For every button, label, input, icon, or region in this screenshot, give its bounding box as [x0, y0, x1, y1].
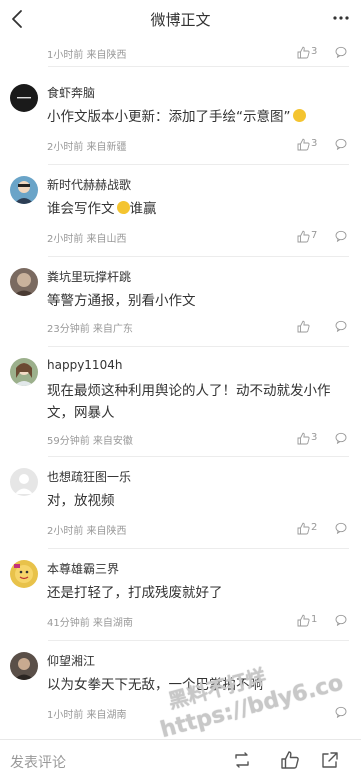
commenter-name[interactable]: 也想疏狂图一乐 — [47, 468, 131, 485]
comment-meta: 23分钟前 来自广东 — [47, 324, 133, 335]
comment-input[interactable]: 发表评论 — [10, 752, 66, 772]
like-count: 2 — [311, 522, 318, 533]
reply-bubble-icon[interactable] — [335, 706, 347, 718]
like-count: 7 — [311, 230, 318, 241]
like-count: 3 — [311, 432, 318, 443]
avatar[interactable] — [10, 84, 38, 112]
top-nav-bar: 微博正文 — [0, 0, 361, 38]
comment-text: 以为女拳天下无敌，一个巴掌拍不响 — [47, 677, 263, 693]
like-button[interactable]: 3 — [297, 46, 321, 60]
reply-bubble-icon[interactable] — [335, 138, 347, 150]
like-button[interactable]: 3 — [297, 138, 321, 152]
page-title: 微博正文 — [150, 11, 211, 29]
reply-bubble-icon[interactable] — [335, 432, 347, 444]
reply-bubble-icon[interactable] — [335, 230, 347, 242]
divider — [48, 164, 349, 165]
comment-text: 小作文版本小更新：添加了手绘“示意图” — [47, 106, 347, 128]
thumbs-up-icon — [297, 614, 310, 627]
comment-meta: 2小时前 来自新疆 — [47, 142, 127, 153]
comment-meta: 41分钟前 来自湖南 — [47, 618, 133, 629]
divider — [48, 346, 349, 347]
like-button[interactable]: 2 — [297, 522, 321, 536]
commenter-name[interactable]: 粪坑里玩撑杆跳 — [47, 268, 131, 285]
reply-bubble-icon[interactable] — [335, 46, 347, 58]
reply-bubble-icon[interactable] — [335, 614, 347, 626]
commenter-name[interactable]: 食虾奔脑 — [47, 84, 95, 101]
comment-partial-meta-row: 1小时前 来自陕西 3 — [0, 38, 361, 66]
avatar[interactable] — [10, 468, 38, 496]
avatar[interactable] — [10, 652, 38, 680]
comment-meta: 2小时前 来自陕西 — [47, 526, 127, 537]
comment-text: 谁会写作文 谁赢 — [47, 201, 157, 217]
comment-text: 对，放视频 — [47, 493, 115, 509]
thumbs-up-icon — [297, 138, 310, 151]
thumbs-up-icon[interactable] — [280, 750, 300, 770]
thumbs-up-icon — [297, 230, 310, 243]
commenter-name[interactable]: 仰望湘江 — [47, 652, 95, 669]
face-emoji-icon — [116, 201, 130, 214]
commenter-name[interactable]: 新时代赫赫战歌 — [47, 176, 131, 193]
share-icon[interactable] — [320, 750, 340, 770]
comment-meta: 59分钟前 来自安徽 — [47, 436, 133, 447]
avatar[interactable] — [10, 268, 38, 296]
avatar[interactable] — [10, 560, 38, 588]
avatar[interactable] — [10, 176, 38, 204]
like-button[interactable]: 3 — [297, 432, 321, 446]
like-count: 3 — [311, 138, 318, 149]
commenter-name[interactable]: 本尊雄霸三界 — [47, 560, 119, 577]
comment-text: 等警方通报，别看小作文 — [47, 293, 196, 309]
comment-meta: 1小时前 来自湖南 — [47, 710, 127, 721]
reply-bubble-icon[interactable] — [335, 522, 347, 534]
divider — [48, 256, 349, 257]
comment-text: 现在最烦这种利用舆论的人了！动不动就发小作文，网暴人 — [47, 383, 331, 421]
like-button[interactable]: 1 — [297, 614, 321, 628]
divider — [48, 456, 349, 457]
avatar[interactable] — [10, 358, 38, 386]
laugh-emoji-icon — [292, 109, 306, 122]
like-count: 3 — [311, 46, 318, 57]
repost-icon[interactable] — [232, 750, 252, 770]
comment-meta: 1小时前 来自陕西 — [47, 50, 127, 61]
thumbs-up-icon — [297, 46, 310, 59]
thumbs-up-icon — [297, 320, 310, 333]
commenter-name[interactable]: happy1104h — [47, 358, 122, 372]
thumbs-up-icon — [297, 522, 310, 535]
reply-bubble-icon[interactable] — [335, 320, 347, 332]
thumbs-up-icon — [297, 432, 310, 445]
comment-meta: 2小时前 来自山西 — [47, 234, 127, 245]
bottom-action-bar: 发表评论 — [0, 739, 361, 782]
like-button[interactable] — [297, 320, 321, 334]
divider — [48, 548, 349, 549]
like-count: 1 — [311, 614, 318, 625]
like-button[interactable]: 7 — [297, 230, 321, 244]
divider — [48, 66, 349, 67]
more-options-icon[interactable] — [331, 8, 351, 28]
comment-text: 还是打轻了，打成残废就好了 — [47, 585, 223, 601]
divider — [48, 640, 349, 641]
